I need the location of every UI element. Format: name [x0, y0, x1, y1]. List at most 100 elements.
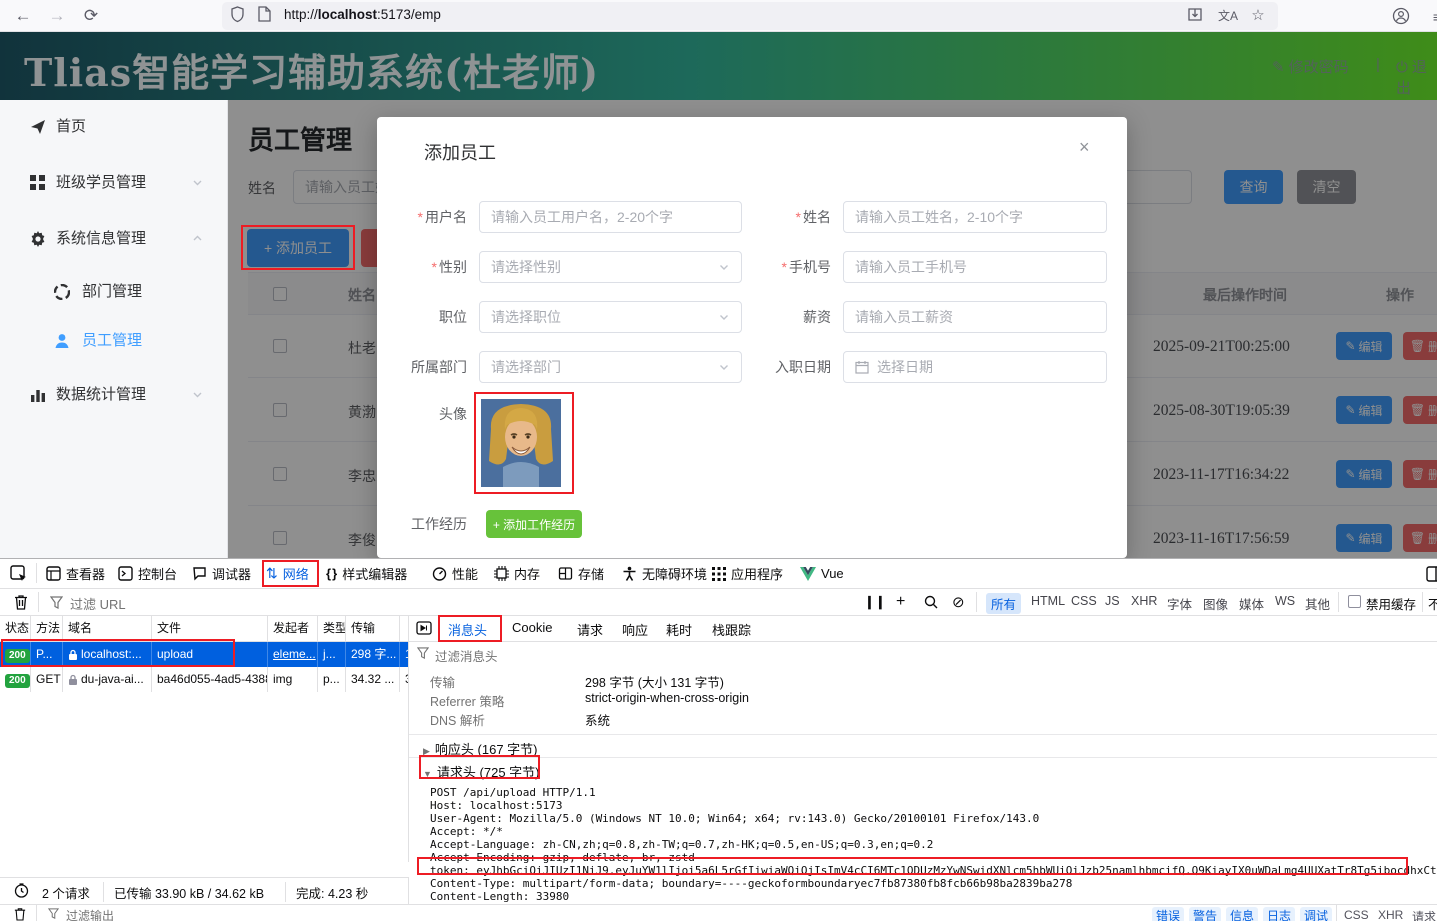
- col-domain[interactable]: 域名: [63, 616, 152, 641]
- account-icon[interactable]: [1392, 7, 1414, 27]
- tab-storage[interactable]: 存储: [558, 559, 604, 588]
- filter-output-input[interactable]: 过滤输出: [66, 907, 114, 921]
- col-initiator[interactable]: 发起者: [268, 616, 318, 641]
- detail-tab-timings[interactable]: 耗时: [666, 620, 692, 639]
- filter-url-input[interactable]: 过滤 URL: [70, 594, 126, 613]
- filter-html[interactable]: HTML: [1026, 593, 1070, 609]
- phone-input[interactable]: 请输入员工手机号: [843, 251, 1107, 283]
- throttle-select[interactable]: 不节流: [1428, 594, 1437, 613]
- chevron-down-icon: [192, 177, 204, 189]
- col-type[interactable]: 类型: [318, 616, 346, 641]
- tab-debugger[interactable]: 调试器: [192, 559, 251, 588]
- sidebar-item-class-students[interactable]: 班级学员管理: [0, 168, 228, 198]
- col-file[interactable]: 文件: [152, 616, 268, 641]
- filter-js[interactable]: JS: [1100, 593, 1125, 609]
- dock-options-icon[interactable]: [1426, 566, 1437, 582]
- tab-inspector[interactable]: 查看器: [46, 559, 105, 588]
- level-errors[interactable]: 错误: [1152, 907, 1184, 921]
- cat-xhr[interactable]: XHR: [1378, 908, 1403, 921]
- request-row-upload[interactable]: 200 P... localhost:... upload eleme... j…: [0, 642, 408, 667]
- pause-icon[interactable]: ❙❙: [864, 594, 886, 610]
- disable-cache-checkbox[interactable]: [1348, 595, 1361, 608]
- raw-line: User-Agent: Mozilla/5.0 (Windows NT 10.0…: [430, 812, 1437, 825]
- shield-icon[interactable]: [230, 6, 252, 26]
- request-size: 1: [400, 642, 408, 667]
- entry-date-input[interactable]: 选择日期: [843, 351, 1107, 383]
- search-icon[interactable]: [924, 595, 938, 609]
- add-work-exp-button[interactable]: + 添加工作经历: [486, 510, 582, 538]
- response-headers-section[interactable]: ▶响应头 (167 字节): [409, 734, 1437, 756]
- menu-icon[interactable]: ≡: [1426, 7, 1437, 27]
- raw-request-headers: POST /api/upload HTTP/1.1 Host: localhos…: [430, 786, 1437, 903]
- filter-xhr[interactable]: XHR: [1126, 593, 1162, 609]
- close-icon[interactable]: ×: [1079, 137, 1090, 158]
- phone-label: *手机号: [741, 251, 831, 283]
- page-info-icon[interactable]: [258, 6, 280, 26]
- level-info[interactable]: 信息: [1226, 907, 1258, 921]
- resend-icon[interactable]: [416, 621, 432, 635]
- cat-css[interactable]: CSS: [1344, 908, 1369, 921]
- detail-tab-response[interactable]: 响应: [622, 620, 648, 639]
- detail-tab-cookie[interactable]: Cookie: [512, 620, 552, 635]
- avatar-image[interactable]: [481, 399, 561, 487]
- dept-select[interactable]: 请选择部门: [479, 351, 742, 383]
- translate-icon[interactable]: 文A: [1217, 6, 1239, 26]
- clear-console-trash-icon[interactable]: [14, 907, 26, 921]
- filter-all[interactable]: 所有: [986, 593, 1021, 614]
- cat-requests[interactable]: 请求: [1412, 908, 1436, 921]
- request-row-img[interactable]: 200 GET du-java-ai... ba46d055-4ad5-4388…: [0, 667, 408, 692]
- filter-headers-input[interactable]: 过滤消息头: [435, 646, 498, 665]
- tab-accessibility[interactable]: 无障碍环境: [622, 559, 707, 588]
- sidebar-item-employees[interactable]: 员工管理: [0, 326, 228, 356]
- tab-style-editor[interactable]: { }样式编辑器: [326, 559, 407, 588]
- filter-media[interactable]: 媒体: [1234, 593, 1269, 614]
- filter-ws[interactable]: WS: [1270, 593, 1300, 609]
- job-select[interactable]: 请选择职位: [479, 301, 742, 333]
- filter-font[interactable]: 字体: [1162, 593, 1197, 614]
- clear-requests-trash-icon[interactable]: [14, 594, 28, 610]
- sidebar-item-departments[interactable]: 部门管理: [0, 277, 228, 307]
- reload-icon[interactable]: ⟳: [78, 3, 104, 29]
- level-debug[interactable]: 调试: [1300, 907, 1332, 921]
- chevron-down-icon: [718, 311, 730, 323]
- level-warnings[interactable]: 警告: [1189, 907, 1221, 921]
- request-type: j...: [318, 642, 346, 667]
- app-header: Tlias智能学习辅助系统(杜老师) ✎修改密码 | ⏻退出: [0, 32, 1437, 100]
- tab-vue[interactable]: Vue: [800, 559, 844, 588]
- filter-image[interactable]: 图像: [1198, 593, 1233, 614]
- col-transferred[interactable]: 传输: [346, 616, 400, 641]
- request-headers-section[interactable]: ▼请求头 (725 字节): [409, 757, 1437, 779]
- bookmark-star-icon[interactable]: ☆: [1247, 6, 1269, 26]
- filter-css[interactable]: CSS: [1066, 593, 1102, 609]
- back-icon[interactable]: ←: [10, 3, 36, 29]
- detail-tab-headers[interactable]: 消息头: [448, 620, 487, 639]
- sidebar-item-system-info[interactable]: 系统信息管理: [0, 224, 228, 254]
- detail-tab-request[interactable]: 请求: [577, 620, 603, 639]
- col-status[interactable]: 状态: [0, 616, 31, 641]
- tab-network[interactable]: ⇅网络: [266, 559, 309, 588]
- request-initiator[interactable]: eleme...: [268, 642, 318, 667]
- detail-tab-stacktrace[interactable]: 栈跟踪: [712, 620, 751, 639]
- block-icon[interactable]: ⊘: [952, 593, 965, 611]
- sidebar-item-statistics[interactable]: 数据统计管理: [0, 380, 228, 410]
- gender-select[interactable]: 请选择性别: [479, 251, 742, 283]
- raw-line: Accept: */*: [430, 825, 1437, 838]
- tab-performance[interactable]: 性能: [432, 559, 478, 588]
- name-input[interactable]: 请输入员工姓名，2-10个字: [843, 201, 1107, 233]
- url-bar[interactable]: http://localhost:5173/emp 文A ☆: [222, 2, 1278, 30]
- add-request-icon[interactable]: +: [896, 593, 905, 611]
- tab-application[interactable]: 应用程序: [712, 559, 783, 588]
- username-input[interactable]: 请输入员工用户名，2-20个字: [479, 201, 742, 233]
- col-method[interactable]: 方法: [31, 616, 63, 641]
- tab-memory[interactable]: 内存: [494, 559, 540, 588]
- logout-link[interactable]: ⏻退出: [1396, 56, 1437, 98]
- pick-element-icon[interactable]: [10, 565, 28, 583]
- salary-input[interactable]: 请输入员工薪资: [843, 301, 1107, 333]
- filter-other[interactable]: 其他: [1300, 593, 1335, 614]
- level-logs[interactable]: 日志: [1263, 907, 1295, 921]
- change-password-link[interactable]: ✎修改密码: [1272, 56, 1349, 77]
- tab-console[interactable]: 控制台: [118, 559, 177, 588]
- save-page-icon[interactable]: [1187, 6, 1209, 26]
- forward-icon[interactable]: →: [44, 3, 70, 29]
- sidebar-item-home[interactable]: 首页: [0, 112, 228, 142]
